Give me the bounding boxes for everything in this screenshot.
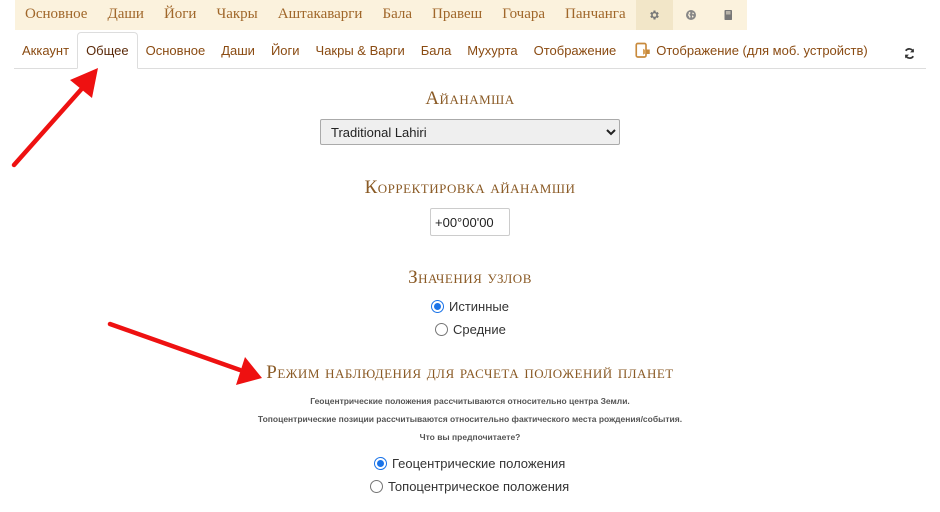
preference-question: Что вы предпочитаете? — [419, 432, 521, 442]
top-tab-panchanga[interactable]: Панчанга — [555, 0, 636, 30]
ayanamsha-heading: Айанамша — [425, 88, 515, 109]
tab-chakras-vargas[interactable]: Чакры & Варги — [308, 33, 413, 68]
top-tab-book[interactable] — [710, 0, 747, 30]
node-true-label: Истинные — [449, 299, 509, 314]
top-tab-osnovnoe[interactable]: Основное — [15, 0, 97, 30]
top-tab-globe[interactable] — [673, 0, 710, 30]
top-tab-settings[interactable] — [635, 0, 673, 30]
top-tab-yogi[interactable]: Йоги — [154, 0, 207, 30]
top-tab-bala[interactable]: Бала — [372, 0, 422, 30]
ayanamsha-select[interactable]: Traditional Lahiri — [320, 119, 620, 145]
geocentric-option[interactable]: Геоцентрические положения — [374, 456, 565, 471]
top-tab-gochara[interactable]: Гочара — [492, 0, 555, 30]
top-tab-dashi[interactable]: Даши — [97, 0, 153, 30]
tab-display[interactable]: Отображение — [526, 33, 625, 68]
top-tab-pravesh[interactable]: Правеш — [422, 0, 492, 30]
globe-icon — [686, 10, 697, 20]
node-mean-radio[interactable] — [435, 323, 448, 336]
topocentric-option[interactable]: Топоцентрическое положения — [370, 479, 569, 494]
observation-mode-heading: Режим наблюдения для расчета положений п… — [266, 362, 674, 383]
tab-dashas[interactable]: Даши — [213, 33, 263, 68]
tab-bala[interactable]: Бала — [413, 33, 460, 68]
tab-general[interactable]: Общее — [77, 32, 138, 69]
mobile-display-icon — [635, 42, 651, 58]
geocentric-note: Геоцентрические положения рассчитываются… — [310, 396, 630, 406]
topocentric-note: Топоцентрические позиции рассчитываются … — [257, 414, 683, 424]
settings-tab-bar: Аккаунт Общее Основное Даши Йоги Чакры &… — [14, 32, 926, 69]
arrow-to-general-tab — [11, 68, 98, 168]
geocentric-label: Геоцентрические положения — [392, 456, 566, 471]
main-tab-bar: Основное Даши Йоги Чакры Аштакаварги Бал… — [15, 0, 747, 30]
refresh-button[interactable] — [899, 43, 919, 63]
node-mean-label: Средние — [453, 322, 506, 337]
node-true-option[interactable]: Истинные — [431, 299, 509, 314]
tab-account[interactable]: Аккаунт — [14, 33, 77, 68]
node-true-radio[interactable] — [431, 300, 444, 313]
tab-mobile-display-label: Отображение (для моб. устройств) — [656, 43, 868, 58]
gear-icon — [650, 10, 659, 20]
topocentric-radio[interactable] — [370, 480, 383, 493]
tab-basic[interactable]: Основное — [138, 33, 214, 68]
ayanamsha-correction-heading: Корректировка айанамши — [364, 177, 576, 198]
tab-yogas[interactable]: Йоги — [263, 33, 308, 68]
topocentric-label: Топоцентрическое положения — [388, 479, 570, 494]
ayanamsha-correction-input[interactable] — [430, 208, 510, 236]
top-tab-chakry[interactable]: Чакры — [206, 0, 267, 30]
geocentric-radio[interactable] — [374, 457, 387, 470]
top-tab-ashtakavargi[interactable]: Аштакаварги — [268, 0, 373, 30]
book-icon — [724, 10, 732, 20]
node-values-heading: Значения узлов — [408, 267, 532, 288]
tab-muhurta[interactable]: Мухурта — [459, 33, 525, 68]
refresh-icon — [904, 47, 914, 59]
node-mean-option[interactable]: Средние — [435, 322, 506, 337]
tab-mobile-display[interactable]: Отображение (для моб. устройств) — [624, 33, 875, 68]
